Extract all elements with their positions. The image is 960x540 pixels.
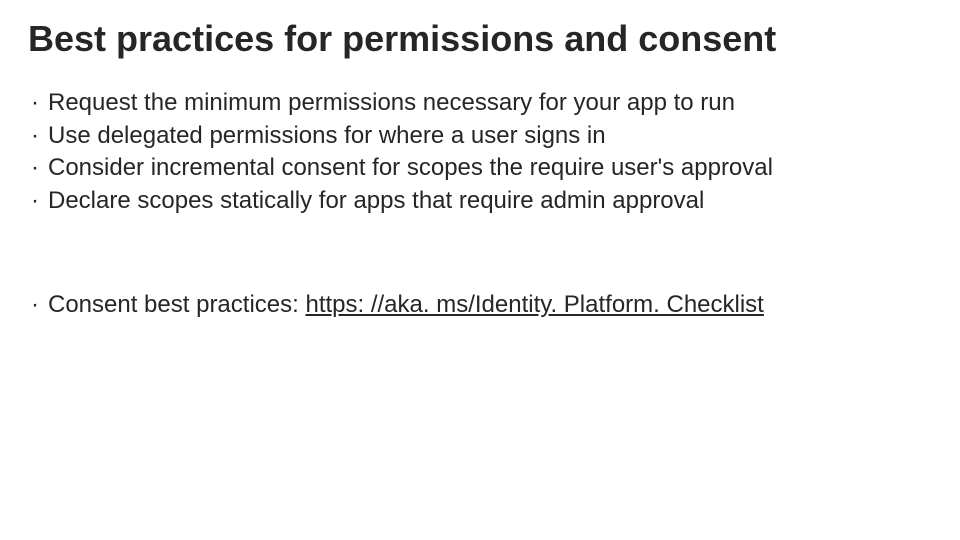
- list-item: Request the minimum permissions necessar…: [28, 87, 932, 119]
- bullet-list: Request the minimum permissions necessar…: [28, 87, 932, 217]
- slide-title: Best practices for permissions and conse…: [28, 18, 932, 59]
- list-item: Consider incremental consent for scopes …: [28, 152, 932, 184]
- footer-prefix: Consent best practices:: [48, 291, 305, 318]
- footer-item: Consent best practices: https: //aka. ms…: [28, 289, 932, 321]
- list-item: Declare scopes statically for apps that …: [28, 185, 932, 217]
- list-item: Use delegated permissions for where a us…: [28, 120, 932, 152]
- slide: Best practices for permissions and conse…: [0, 0, 960, 540]
- footer-list: Consent best practices: https: //aka. ms…: [28, 289, 932, 321]
- footer-link[interactable]: https: //aka. ms/Identity. Platform. Che…: [305, 291, 763, 318]
- spacer: [28, 217, 932, 289]
